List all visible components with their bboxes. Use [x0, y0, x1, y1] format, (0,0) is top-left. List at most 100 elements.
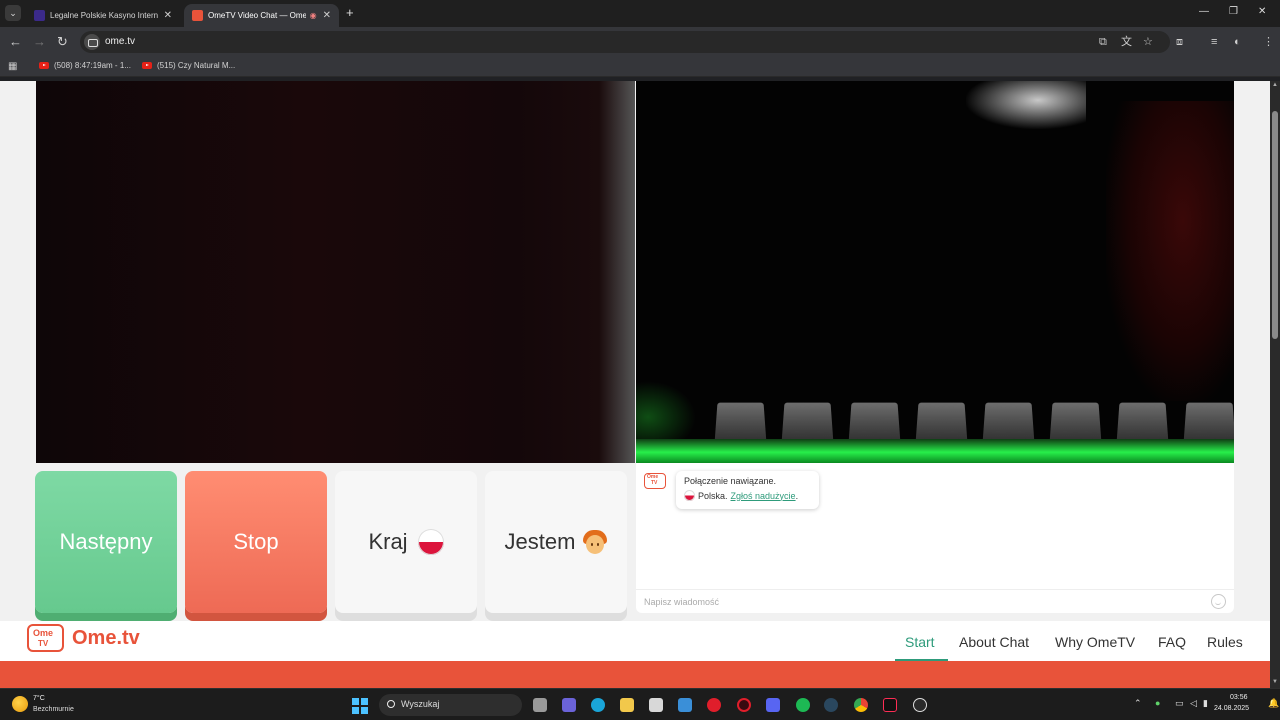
- address-bar[interactable]: ome.tv: [80, 31, 1170, 53]
- windows-taskbar: 7°C Bezchmurnie Wyszukaj ⌃ ● ▭ ◁ ▮ 03:56…: [0, 688, 1280, 720]
- youtube-icon: [142, 62, 152, 69]
- tab-title: OmeTV Video Chat — Ome: [208, 11, 306, 20]
- site-navigation: Ome TV Ome.tv Start About Chat Why OmeTV…: [0, 621, 1270, 661]
- nav-why-ometv[interactable]: Why OmeTV: [1055, 634, 1135, 650]
- notifications-icon[interactable]: 🔔: [1268, 698, 1279, 709]
- forward-icon[interactable]: →: [33, 34, 46, 50]
- reload-icon[interactable]: ↻: [57, 34, 68, 50]
- emoji-icon[interactable]: [1211, 594, 1226, 609]
- report-suffix: .: [795, 490, 799, 501]
- store-icon[interactable]: [649, 698, 663, 712]
- ometv-logo-icon: Ome TV: [27, 624, 64, 652]
- clock-time[interactable]: 03:56: [1230, 694, 1248, 701]
- chrome-icon[interactable]: [854, 698, 868, 712]
- partner-country: Polska.: [698, 490, 728, 501]
- url-text[interactable]: ome.tv: [105, 36, 135, 47]
- site-favicon-icon: [34, 10, 45, 21]
- message-input-placeholder: Napisz wiadomość: [644, 597, 720, 607]
- connected-message: Połączenie nawiązane.: [684, 476, 777, 486]
- file-explorer-icon[interactable]: [620, 698, 634, 712]
- back-icon[interactable]: ←: [9, 34, 22, 50]
- chat-panel: Połączenie nawiązane. Polska. Zgłoś nadu…: [636, 463, 1234, 613]
- tab-kasyno[interactable]: Legalne Polskie Kasyno Internet ✕: [26, 4, 180, 27]
- stop-button-label: Stop: [233, 529, 279, 554]
- message-input[interactable]: Napisz wiadomość: [636, 589, 1234, 613]
- bookmark-label: (508) 8:47:19am - 1...: [54, 61, 131, 70]
- mail-icon[interactable]: [678, 698, 692, 712]
- teams-icon[interactable]: [562, 698, 576, 712]
- show-hidden-icons[interactable]: ⌃: [1134, 698, 1142, 709]
- steam-icon[interactable]: [824, 698, 838, 712]
- country-select-button[interactable]: Kraj: [335, 471, 477, 613]
- windows-start-icon[interactable]: [352, 698, 368, 714]
- close-window-icon[interactable]: ✕: [1258, 6, 1266, 17]
- opera-icon[interactable]: [707, 698, 721, 712]
- site-info-icon[interactable]: [84, 34, 100, 50]
- local-camera-video: [36, 81, 635, 463]
- browser-toolbar: ← → ↻ ome.tv ⧉ 文 ☆ ⧈ ≡ ◐ ⋮: [0, 27, 1280, 57]
- nav-faq[interactable]: FAQ: [1158, 634, 1186, 650]
- boy-face-icon: [583, 530, 608, 554]
- scroll-up-icon[interactable]: ▲: [1272, 82, 1278, 88]
- install-app-icon[interactable]: ⧉: [1099, 35, 1107, 49]
- page-content: Następny Stop Kraj Jestem Połączenie naw…: [0, 81, 1270, 688]
- ometv-chat-logo-icon: [644, 473, 666, 489]
- chatgpt-icon[interactable]: [913, 698, 927, 712]
- youtube-icon: [39, 62, 49, 69]
- weather-icon[interactable]: [12, 696, 28, 712]
- taskbar-search-label: Wyszukaj: [401, 699, 440, 709]
- new-tab-icon[interactable]: +: [346, 5, 354, 20]
- edge-icon[interactable]: [591, 698, 605, 712]
- media-controls-icon[interactable]: ≡: [1211, 35, 1217, 49]
- bookmark-label: (515) Czy Natural M...: [157, 61, 236, 70]
- extensions-icon[interactable]: ⧈: [1176, 35, 1183, 49]
- scroll-down-icon[interactable]: ▼: [1272, 679, 1278, 685]
- nav-about-chat[interactable]: About Chat: [959, 634, 1029, 650]
- translate-icon[interactable]: 文: [1121, 35, 1132, 49]
- taskbar-search[interactable]: Wyszukaj: [379, 694, 522, 716]
- minimize-icon[interactable]: —: [1199, 6, 1209, 17]
- apps-grid-icon[interactable]: ▦: [8, 61, 17, 72]
- tiktok-icon[interactable]: [883, 698, 897, 712]
- scrollbar-thumb[interactable]: [1272, 111, 1278, 339]
- maximize-icon[interactable]: ❐: [1229, 6, 1238, 17]
- profile-avatar-icon[interactable]: ◐: [1234, 35, 1241, 49]
- nav-rules[interactable]: Rules: [1207, 634, 1243, 650]
- volume-icon[interactable]: ◁: [1190, 698, 1197, 709]
- tab-title: Legalne Polskie Kasyno Internet: [50, 11, 158, 20]
- brand-name: Ome.tv: [72, 626, 140, 649]
- poland-flag-icon: [417, 529, 444, 555]
- report-abuse-link[interactable]: Zgłoś nadużycie: [731, 491, 796, 501]
- network-icon[interactable]: ▭: [1175, 698, 1184, 709]
- bookmark-star-icon[interactable]: ☆: [1143, 35, 1153, 49]
- ometv-favicon-icon: [192, 10, 203, 21]
- close-tab-icon[interactable]: ✕: [164, 10, 172, 21]
- remote-partner-video: [636, 81, 1234, 463]
- tab-ometv[interactable]: OmeTV Video Chat — Ome ◉ ✕: [184, 4, 339, 27]
- bookmark-item[interactable]: (515) Czy Natural M...: [142, 61, 235, 70]
- gender-select-button[interactable]: Jestem: [485, 471, 627, 613]
- opera-gx-icon[interactable]: [737, 698, 751, 712]
- microphone-icon[interactable]: ●: [1155, 698, 1160, 708]
- remote-video-green-light: [636, 381, 696, 441]
- bookmark-item[interactable]: (508) 8:47:19am - 1...: [39, 61, 131, 70]
- menu-kebab-icon[interactable]: ⋮: [1263, 35, 1274, 49]
- next-button[interactable]: Następny: [35, 471, 177, 613]
- page-scrollbar[interactable]: ▲ ▼: [1270, 81, 1280, 688]
- clock-date[interactable]: 24.08.2025: [1214, 705, 1249, 712]
- task-view-icon[interactable]: [533, 698, 547, 712]
- recording-indicator-icon: ◉: [309, 11, 317, 20]
- stop-button[interactable]: Stop: [185, 471, 327, 613]
- battery-icon[interactable]: ▮: [1203, 698, 1208, 709]
- poland-flag-icon: [684, 490, 695, 501]
- discord-icon[interactable]: [766, 698, 780, 712]
- ometv-brand[interactable]: Ome TV Ome.tv: [27, 624, 140, 652]
- close-tab-icon[interactable]: ✕: [323, 10, 331, 21]
- hero-banner: [0, 661, 1270, 688]
- tab-search-icon[interactable]: ⌄: [5, 5, 21, 21]
- next-button-label: Następny: [59, 529, 153, 554]
- weather-description[interactable]: Bezchmurnie: [33, 706, 74, 713]
- weather-temperature[interactable]: 7°C: [33, 695, 45, 702]
- spotify-icon[interactable]: [796, 698, 810, 712]
- nav-start[interactable]: Start: [905, 634, 935, 650]
